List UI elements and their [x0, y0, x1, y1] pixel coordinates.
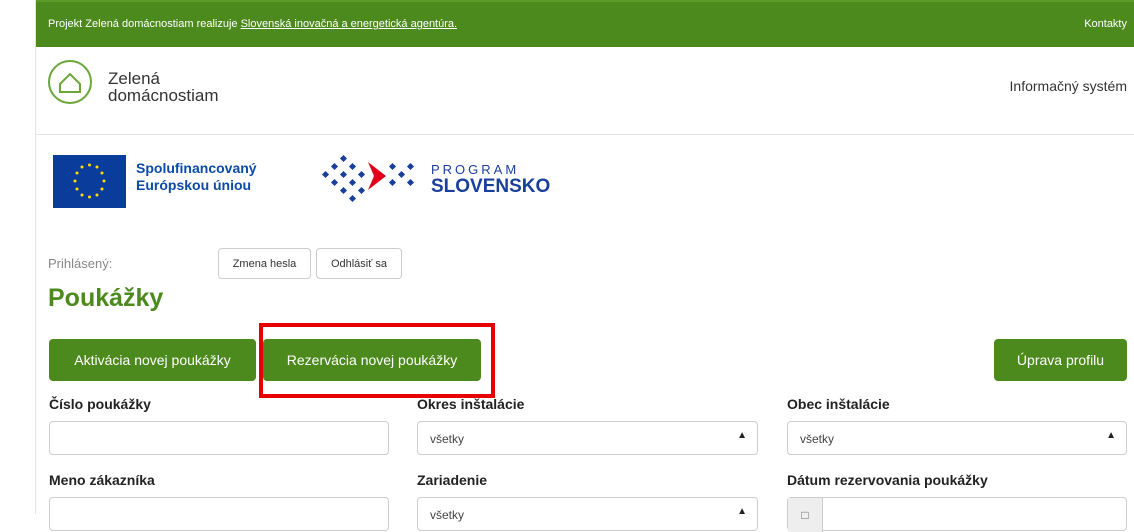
- site-logo[interactable]: Zelená domácnostiam: [48, 58, 268, 108]
- header-divider: [36, 134, 1134, 135]
- project-notice: Projekt Zelená domácnostiam realizuje Sl…: [48, 18, 457, 30]
- select-arrows-icon: ▲︎: [737, 506, 747, 517]
- program-slovensko-text: PROGRAM SLOVENSKO: [431, 163, 550, 198]
- top-notice-bar: Projekt Zelená domácnostiam realizuje Sl…: [36, 0, 1134, 47]
- change-password-button[interactable]: Zmena hesla: [218, 248, 311, 279]
- municipality-select-value: všetky: [800, 432, 835, 446]
- select-arrows-icon: ▲︎: [1106, 430, 1116, 441]
- reservation-date-input[interactable]: □: [787, 497, 1127, 532]
- highlight-box: [259, 323, 495, 398]
- logo-line-2: domácnostiam: [108, 86, 219, 105]
- voucher-number-label: Číslo poukážky: [49, 396, 151, 412]
- customer-name-input[interactable]: [49, 497, 389, 531]
- page-title: Poukážky: [48, 284, 164, 312]
- info-system-link[interactable]: Informačný systém: [1010, 78, 1127, 94]
- program-slovensko-logo-icon: [318, 150, 418, 210]
- device-label: Zariadenie: [417, 472, 488, 488]
- logout-button[interactable]: Odhlásiť sa: [316, 248, 402, 279]
- page-frame: Projekt Zelená domácnostiam realizuje Sl…: [35, 0, 1134, 532]
- district-select[interactable]: všetky ▲︎: [417, 421, 758, 455]
- logo-line-1: Zelená: [108, 69, 160, 88]
- device-select-value: všetky: [430, 508, 465, 522]
- logged-in-label: Prihlásený:: [48, 256, 113, 271]
- municipality-label: Obec inštalácie: [787, 396, 890, 412]
- activate-voucher-button[interactable]: Aktivácia novej poukážky: [49, 339, 256, 381]
- voucher-number-input[interactable]: [49, 421, 389, 455]
- house-leaf-icon: [48, 60, 92, 104]
- eu-cofunded-text: Spolufinancovaný Európskou úniou: [136, 160, 257, 194]
- contacts-link[interactable]: Kontakty: [1084, 18, 1127, 30]
- district-label: Okres inštalácie: [417, 396, 525, 412]
- select-arrows-icon: ▲︎: [737, 430, 747, 441]
- eu-text-line-1: Spolufinancovaný: [136, 160, 257, 176]
- calendar-icon[interactable]: □: [788, 498, 823, 532]
- eu-text-line-2: Európskou úniou: [136, 177, 252, 193]
- reservation-date-label: Dátum rezervovania poukážky: [787, 472, 988, 488]
- logo-text: Zelená domácnostiam: [108, 70, 219, 104]
- customer-name-label: Meno zákazníka: [49, 472, 155, 488]
- slovensko-label: SLOVENSKO: [431, 176, 551, 197]
- agency-link[interactable]: Slovenská inovačná a energetická agentúr…: [241, 18, 457, 30]
- device-select[interactable]: všetky ▲︎: [417, 497, 758, 531]
- eu-flag-icon: [53, 155, 126, 208]
- edit-profile-button[interactable]: Úprava profilu: [994, 339, 1127, 381]
- municipality-select[interactable]: všetky ▲︎: [787, 421, 1127, 455]
- project-notice-text: Projekt Zelená domácnostiam realizuje: [48, 18, 241, 30]
- district-select-value: všetky: [430, 432, 465, 446]
- program-label: PROGRAM: [431, 162, 520, 177]
